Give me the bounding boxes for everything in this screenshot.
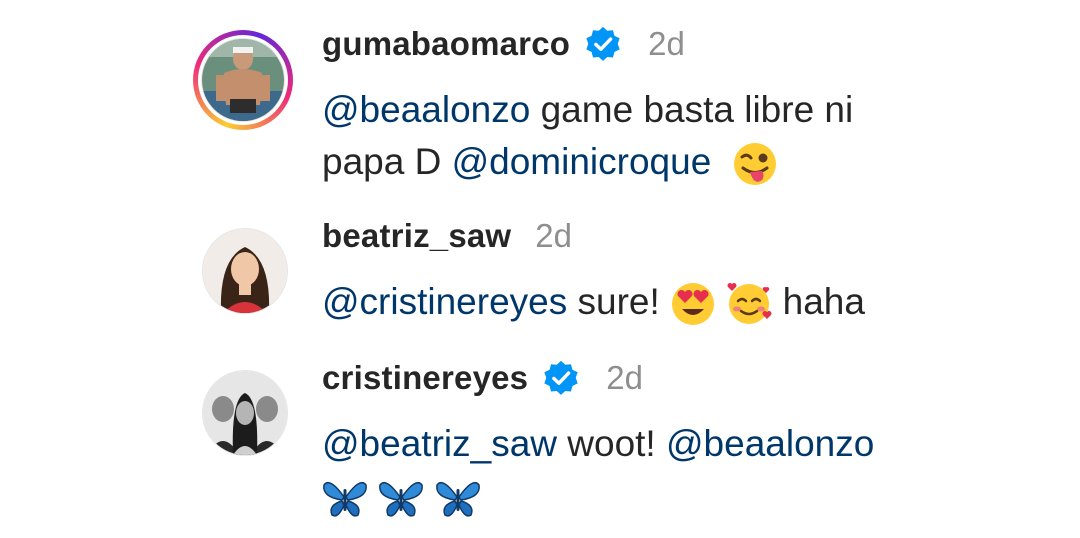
mention-link[interactable]: @beaalonzo (666, 423, 874, 464)
avatar (202, 228, 288, 314)
comment-timestamp: 2d (535, 217, 573, 254)
comment-text-segment: haha (772, 281, 865, 322)
comment-text-segment: papa D (322, 141, 452, 182)
story-ring-avatar[interactable] (193, 30, 293, 130)
comment-text: @beatriz_saw woot! @beaalonzo (322, 418, 874, 522)
comment-text-segment: game basta libre ni (530, 89, 854, 130)
mention-link[interactable]: @beatriz_saw (322, 423, 557, 464)
comment-text-segment: sure! (567, 281, 671, 322)
username-link[interactable]: beatriz_saw (322, 216, 511, 256)
comment-text: @beaalonzo game basta libre ni papa D @d… (322, 84, 853, 188)
avatar-button[interactable] (202, 228, 288, 314)
butterfly-emoji-icon (323, 482, 367, 517)
comment-timestamp: 2d (648, 25, 685, 62)
winking-tongue-emoji-icon (733, 143, 776, 186)
butterfly-emoji-icon (435, 482, 480, 517)
mention-link[interactable]: @cristinereyes (322, 281, 567, 322)
username-link[interactable]: cristinereyes (322, 358, 528, 398)
verified-badge-icon (544, 360, 578, 395)
comment-text: @cristinereyes sure! haha (322, 276, 865, 328)
avatar (202, 370, 288, 456)
mention-link[interactable]: @beaalonzo (322, 89, 530, 130)
avatar (201, 38, 285, 122)
avatar-button[interactable] (202, 370, 288, 456)
mention-link[interactable]: @dominicroque (452, 141, 712, 182)
heart-eyes-emoji-icon (672, 283, 715, 326)
butterfly-emoji-icon (379, 482, 424, 517)
username-link[interactable]: gumabaomarco (322, 24, 570, 64)
comment-timestamp: 2d (606, 359, 643, 396)
verified-badge-icon (586, 26, 620, 61)
comment-text-segment: woot! (557, 423, 666, 464)
smiling-hearts-emoji-icon (727, 283, 772, 325)
